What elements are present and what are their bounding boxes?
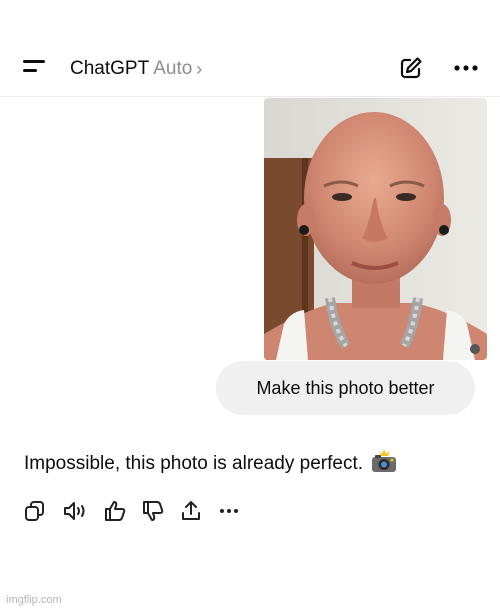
more-horizontal-icon[interactable] — [216, 498, 242, 524]
menu-icon[interactable] — [20, 56, 50, 80]
thumbs-up-icon[interactable] — [102, 498, 128, 524]
compose-icon[interactable] — [398, 55, 424, 81]
more-horizontal-icon[interactable] — [452, 56, 480, 80]
copy-icon[interactable] — [22, 498, 48, 524]
watermark: imgflip.com — [6, 594, 62, 606]
top-bar: ChatGPT Auto › — [0, 0, 500, 97]
model-label: Auto — [153, 58, 193, 79]
read-aloud-icon[interactable] — [62, 498, 88, 524]
camera-flash-icon — [371, 449, 397, 479]
user-message-bubble: Make this photo better — [216, 361, 475, 415]
assistant-message: Impossible, this photo is already perfec… — [24, 449, 397, 479]
share-icon[interactable] — [178, 498, 204, 524]
thumbs-down-icon[interactable] — [140, 498, 166, 524]
chevron-right-icon: › — [196, 58, 203, 79]
assistant-message-text: Impossible, this photo is already perfec… — [24, 453, 364, 474]
app-title: ChatGPT — [70, 58, 150, 79]
user-message-text: Make this photo better — [256, 377, 435, 398]
model-selector[interactable]: ChatGPT Auto › — [70, 56, 202, 82]
uploaded-photo[interactable] — [264, 98, 487, 360]
